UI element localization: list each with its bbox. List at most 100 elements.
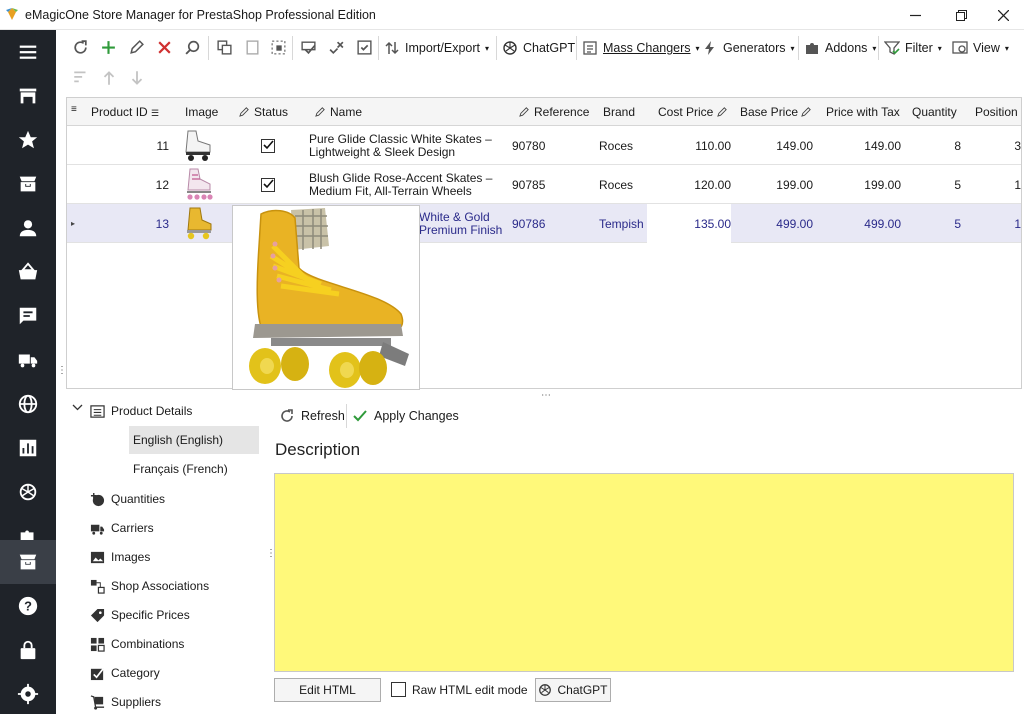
chart-icon[interactable] <box>0 426 56 470</box>
checklist-icon[interactable] <box>354 38 374 56</box>
tree-language-english[interactable]: English (English) <box>129 426 259 454</box>
raw-html-label: Raw HTML edit mode <box>412 683 528 697</box>
status-checkbox[interactable] <box>261 138 275 153</box>
box-icon[interactable] <box>0 162 56 206</box>
col-reference[interactable]: Reference <box>519 105 589 119</box>
col-base-price[interactable]: Base Price <box>740 105 816 119</box>
raw-html-checkbox[interactable] <box>391 682 406 697</box>
cell-quantity: 8 <box>954 138 961 153</box>
openai-icon <box>539 684 552 696</box>
settings-icon[interactable] <box>0 672 56 714</box>
app-logo-icon <box>6 8 18 20</box>
grid-header: ≡ Product ID ☰ Image Status Name Referen… <box>67 98 1021 126</box>
delete-icon[interactable] <box>154 38 174 56</box>
sort-az-icon[interactable] <box>72 69 90 87</box>
openai-icon <box>503 41 517 55</box>
import-export-button[interactable]: Import/Export ▾ <box>384 39 489 57</box>
cell-product-id: 12 <box>155 177 169 192</box>
restore-icon[interactable] <box>938 0 984 30</box>
col-product-id[interactable]: Product ID ☰ <box>91 105 159 119</box>
hamburger-menu-icon[interactable] <box>0 30 56 74</box>
unmark-icon[interactable] <box>326 38 346 56</box>
cell-product-id: 13 <box>155 216 169 231</box>
chatgpt-button[interactable]: ChatGPT <box>502 39 575 57</box>
tree-quantities[interactable]: Quantities <box>90 488 165 510</box>
help-icon[interactable]: ? <box>0 584 56 628</box>
cell-position: 3 <box>1014 138 1021 153</box>
cell-position: 1 <box>1014 177 1021 192</box>
tree-specific-prices[interactable]: Specific Prices <box>90 604 190 626</box>
col-name[interactable]: Name <box>315 105 362 119</box>
tree-images[interactable]: Images <box>90 546 150 568</box>
col-image[interactable]: Image <box>185 105 218 119</box>
globe-icon[interactable] <box>0 382 56 426</box>
pencil-icon <box>801 107 812 117</box>
image-preview-popup <box>232 205 420 390</box>
cell-status[interactable] <box>261 126 281 165</box>
cell-status[interactable] <box>261 165 281 204</box>
refresh-icon[interactable] <box>70 38 90 56</box>
col-cost-price[interactable]: Cost Price <box>658 105 732 119</box>
paste-icon[interactable] <box>242 38 262 56</box>
move-down-icon[interactable] <box>128 69 146 87</box>
lock-icon[interactable] <box>0 628 56 672</box>
tree-shop-associations[interactable]: Shop Associations <box>90 575 209 597</box>
col-position[interactable]: Position <box>975 105 1018 119</box>
user-icon[interactable] <box>0 206 56 250</box>
tree-combinations[interactable]: Combinations <box>90 633 184 655</box>
cell-reference: 90786 <box>512 216 546 231</box>
title-bar: eMagicOne Store Manager for PrestaShop P… <box>0 0 1024 30</box>
copy-icon[interactable] <box>214 38 234 56</box>
col-quantity[interactable]: Quantity <box>912 105 957 119</box>
truck-icon[interactable] <box>0 338 56 382</box>
cell-brand: Tempish <box>599 216 644 231</box>
tree-category[interactable]: Category <box>90 662 160 684</box>
col-brand[interactable]: Brand <box>603 105 635 119</box>
chatgpt-button[interactable]: ChatGPT <box>535 678 611 702</box>
addons-button[interactable]: Addons ▾ <box>804 39 876 57</box>
table-row[interactable]: 12 Blush Glide Rose-Accent Skates – Medi… <box>67 165 1021 204</box>
star-icon[interactable] <box>0 118 56 162</box>
select-icon[interactable] <box>268 38 288 56</box>
mark-icon[interactable] <box>298 38 318 56</box>
view-button[interactable]: View ▾ <box>952 39 1009 57</box>
edit-html-button[interactable]: Edit HTML <box>274 678 381 702</box>
tree-language-french[interactable]: Français (French) <box>129 455 259 483</box>
refresh-button[interactable]: Refresh <box>279 406 345 426</box>
tree-suppliers[interactable]: Suppliers <box>90 691 161 713</box>
close-icon[interactable] <box>980 0 1024 30</box>
col-status[interactable]: Status <box>239 105 288 119</box>
add-icon[interactable] <box>98 38 118 56</box>
tree-carriers[interactable]: Carriers <box>90 517 154 539</box>
edit-icon[interactable] <box>126 38 146 56</box>
search-icon[interactable] <box>182 38 202 56</box>
table-row-selected[interactable]: ▸ 13 White & Gold Premium Finish 90786 T… <box>67 204 1021 243</box>
description-heading: Description <box>275 440 361 459</box>
col-price-with-tax[interactable]: Price with Tax <box>826 105 900 119</box>
archive-icon[interactable] <box>0 540 56 584</box>
checkmark-icon <box>353 410 367 422</box>
openai-icon[interactable] <box>0 470 56 514</box>
basket-icon[interactable] <box>0 250 56 294</box>
move-up-icon[interactable] <box>100 69 118 87</box>
cell-name: Blush Glide Rose-Accent Skates – Medium … <box>309 170 493 198</box>
minimize-icon[interactable] <box>892 0 938 30</box>
mass-changers-button[interactable]: Mass Changers ▾ <box>582 39 700 57</box>
table-row[interactable]: 11 Pure Glide Classic White Skates – Lig… <box>67 126 1021 165</box>
chevron-down-icon[interactable] <box>72 402 83 413</box>
cell-cost-price: 120.00 <box>694 177 731 192</box>
tree-product-details[interactable]: Product Details <box>90 400 192 422</box>
message-icon[interactable] <box>0 294 56 338</box>
description-editor[interactable] <box>274 473 1014 672</box>
filter-button[interactable]: Filter ▾ <box>884 39 942 57</box>
status-checkbox[interactable] <box>261 177 275 192</box>
roller-skate-image <box>249 208 409 388</box>
row-indicator-icon: ▸ <box>71 219 76 228</box>
import-export-icon <box>385 41 399 55</box>
vertical-splitter-handle[interactable]: ⋮ <box>57 365 67 376</box>
generators-button[interactable]: Generators ▾ <box>702 39 795 57</box>
apply-changes-button[interactable]: Apply Changes <box>352 406 459 426</box>
store-icon[interactable] <box>0 74 56 118</box>
column-chooser-icon[interactable]: ≡ <box>71 104 77 115</box>
main-toolbar: Import/Export ▾ ChatGPT Mass Changers ▾ Ge… <box>56 30 1024 64</box>
